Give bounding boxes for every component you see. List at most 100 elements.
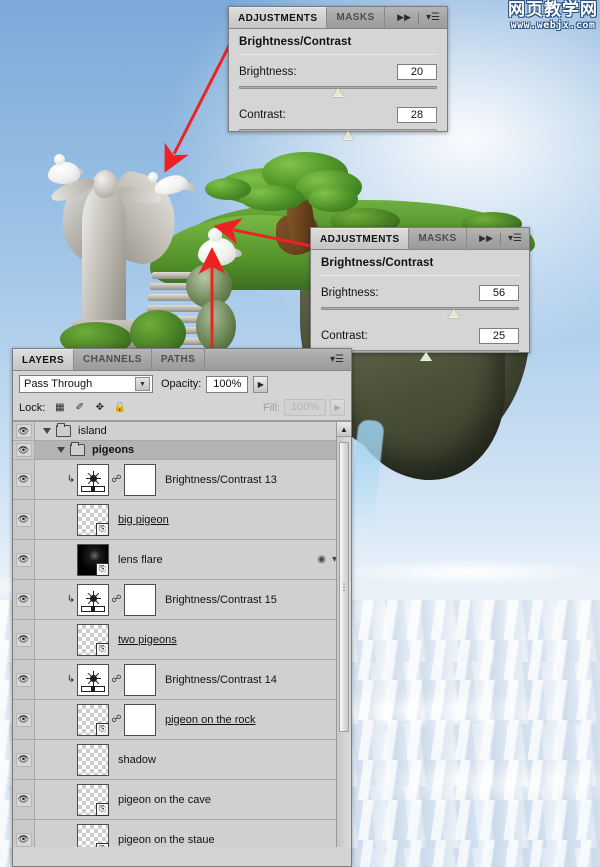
fill-stepper-icon[interactable]: ▶: [330, 399, 345, 416]
contrast-label: Contrast:: [321, 330, 368, 342]
visibility-toggle[interactable]: 👁: [13, 620, 35, 659]
link-icon[interactable]: ☍: [111, 674, 122, 685]
visibility-toggle[interactable]: 👁: [13, 660, 35, 699]
visibility-toggle[interactable]: 👁: [13, 500, 35, 539]
layer-list-scrollbar[interactable]: ▲: [336, 422, 351, 847]
panel-menu-icon[interactable]: ▾☰: [330, 354, 344, 365]
visibility-toggle[interactable]: 👁: [13, 441, 35, 459]
link-icon[interactable]: ☍: [111, 714, 122, 725]
brightness-slider[interactable]: [321, 305, 519, 319]
layer-row-pigeon-on-the-cave[interactable]: 👁 ⎘ pigeon on the cave: [13, 780, 351, 820]
eye-icon: 👁: [17, 444, 30, 455]
visibility-toggle[interactable]: 👁: [13, 740, 35, 779]
eye-icon: 👁: [17, 474, 30, 484]
tab-adjustments[interactable]: ADJUSTMENTS: [229, 7, 328, 28]
link-icon[interactable]: ☍: [111, 594, 122, 605]
contrast-value-field[interactable]: 28: [397, 107, 437, 123]
layer-thumbnail[interactable]: ⎘: [77, 783, 109, 816]
layer-row-pigeons[interactable]: 👁 pigeons: [13, 441, 351, 460]
contrast-value-field[interactable]: 25: [479, 328, 519, 344]
double-chevron-right-icon[interactable]: ▶▶: [397, 12, 411, 23]
adjustments-panel-top[interactable]: ADJUSTMENTS MASKS ▶▶ ▾☰ Brightness/Contr…: [228, 6, 448, 140]
layer-name: Brightness/Contrast 13: [165, 473, 277, 486]
slider-thumb[interactable]: [332, 88, 344, 97]
layer-row-lens-flare[interactable]: 👁 ⎘ lens flare ◉ ▾: [13, 540, 351, 580]
opacity-input[interactable]: 100%: [206, 375, 249, 393]
layer-thumbnail[interactable]: ⎘: [77, 823, 109, 847]
visibility-toggle[interactable]: 👁: [13, 540, 35, 579]
layer-thumbnail[interactable]: ⎘: [77, 543, 109, 576]
blend-mode-select[interactable]: Pass Through ▼: [19, 375, 153, 393]
watermark-url-text: www.webjx.com: [510, 20, 596, 31]
link-icon[interactable]: ☍: [111, 474, 122, 485]
tab-masks[interactable]: MASKS: [409, 228, 467, 249]
expand-triangle-icon[interactable]: [43, 428, 51, 434]
adjustment-thumbnail[interactable]: [77, 663, 109, 696]
layer-thumbnail[interactable]: ⎘: [77, 703, 109, 736]
layer-list[interactable]: 👁 island 👁 pigeons 👁 ↳ ☍ Brightness/Cont…: [13, 421, 351, 847]
adjustment-thumbnail[interactable]: [77, 463, 109, 496]
layer-thumbnail[interactable]: ⎘: [77, 623, 109, 656]
eye-icon: 👁: [17, 714, 30, 724]
layer-row-big-pigeon[interactable]: 👁 ⎘ big pigeon: [13, 500, 351, 540]
layer-row-two-pigeons[interactable]: 👁 ⎘ two pigeons: [13, 620, 351, 660]
layer-row-pigeon-on-the-rock[interactable]: 👁 ⎘ ☍ pigeon on the rock: [13, 700, 351, 740]
slider-glyph-icon: [81, 685, 105, 692]
lock-position-icon[interactable]: ✥: [93, 401, 106, 414]
smart-filter-icon[interactable]: ◉: [317, 554, 326, 565]
slider-thumb[interactable]: [341, 131, 354, 140]
visibility-toggle[interactable]: 👁: [13, 780, 35, 819]
layer-row-shadow[interactable]: 👁 shadow: [13, 740, 351, 780]
layer-mask-thumbnail[interactable]: [124, 663, 156, 696]
visibility-toggle[interactable]: 👁: [13, 700, 35, 739]
expand-triangle-icon[interactable]: [57, 447, 65, 453]
brightness-value-field[interactable]: 20: [397, 64, 437, 80]
tab-masks[interactable]: MASKS: [327, 7, 385, 28]
smart-object-icon: ⎘: [96, 842, 109, 847]
tree-foliage: [205, 178, 251, 200]
layer-thumbnail[interactable]: [77, 743, 109, 776]
layers-panel[interactable]: LAYERS CHANNELS PATHS ▾☰ Pass Through ▼ …: [12, 348, 352, 867]
panel-menu-icon[interactable]: ▾☰: [508, 233, 522, 244]
layer-row-island[interactable]: 👁 island: [13, 422, 351, 441]
brightness-value-field[interactable]: 56: [479, 285, 519, 301]
visibility-toggle[interactable]: 👁: [13, 460, 35, 499]
lock-all-icon[interactable]: 🔒: [113, 401, 126, 414]
tab-adjustments[interactable]: ADJUSTMENTS: [311, 228, 410, 249]
layer-row-brightness-contrast-14[interactable]: 👁 ↳ ☍ Brightness/Contrast 14: [13, 660, 351, 700]
slider-thumb[interactable]: [447, 309, 460, 318]
adjustments-panel-bottom[interactable]: ADJUSTMENTS MASKS ▶▶ ▾☰ Brightness/Contr…: [310, 227, 530, 361]
contrast-row: Contrast: 25: [311, 319, 529, 344]
lock-image-pixels-icon[interactable]: ✐: [73, 401, 86, 414]
layer-row-brightness-contrast-13[interactable]: 👁 ↳ ☍ Brightness/Contrast 13: [13, 460, 351, 500]
layer-row-pigeon-on-the-staue[interactable]: 👁 ⎘ pigeon on the staue: [13, 820, 351, 847]
layer-name: Brightness/Contrast 14: [165, 673, 277, 686]
opacity-stepper-icon[interactable]: ▶: [253, 375, 269, 393]
chevron-up-icon[interactable]: ▲: [337, 422, 351, 437]
layer-row-brightness-contrast-15[interactable]: 👁 ↳ ☍ Brightness/Contrast 15: [13, 580, 351, 620]
layer-mask-thumbnail[interactable]: [124, 583, 156, 616]
contrast-slider[interactable]: [239, 127, 437, 141]
fill-input[interactable]: 100%: [284, 399, 326, 416]
brightness-slider[interactable]: [239, 84, 437, 98]
visibility-toggle[interactable]: 👁: [13, 422, 35, 440]
chevron-down-icon[interactable]: ▼: [135, 377, 150, 391]
slider-thumb[interactable]: [419, 352, 432, 361]
visibility-toggle[interactable]: 👁: [13, 820, 35, 847]
double-chevron-right-icon[interactable]: ▶▶: [479, 233, 493, 244]
panel-menu-icon[interactable]: ▾☰: [426, 12, 440, 23]
tab-paths[interactable]: PATHS: [152, 349, 206, 370]
layer-mask-thumbnail[interactable]: [124, 463, 156, 496]
scrollbar-thumb[interactable]: [339, 442, 349, 732]
adjustment-thumbnail[interactable]: [77, 583, 109, 616]
clipping-mask-arrow-icon: ↳: [66, 593, 76, 605]
layer-thumbnail[interactable]: ⎘: [77, 503, 109, 536]
tab-layers[interactable]: LAYERS: [13, 349, 75, 370]
shrub: [196, 300, 236, 352]
lock-transparent-pixels-icon[interactable]: ▦: [53, 401, 66, 414]
tab-channels[interactable]: CHANNELS: [74, 349, 152, 370]
layer-mask-thumbnail[interactable]: [124, 703, 156, 736]
visibility-toggle[interactable]: 👁: [13, 580, 35, 619]
fill-label: Fill:: [262, 401, 280, 414]
slider-track: [321, 307, 519, 310]
